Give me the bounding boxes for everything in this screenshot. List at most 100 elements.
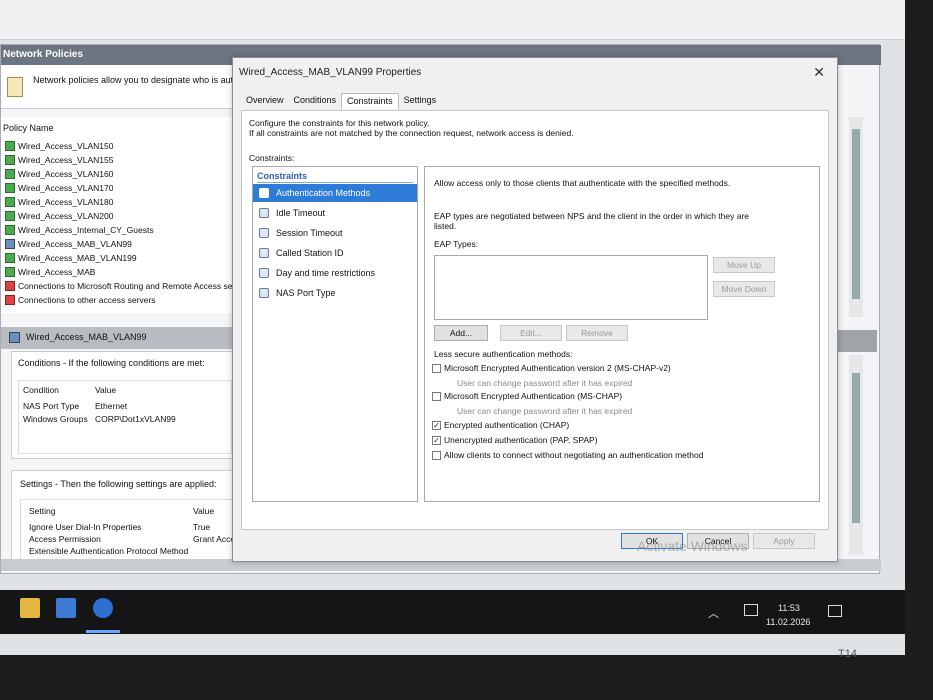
constraint-authentication-methods[interactable]: Authentication Methods — [253, 184, 417, 202]
conditions-panel: Conditions - If the following conditions… — [11, 351, 239, 459]
description-text: Network policies allow you to designate … — [33, 75, 244, 85]
policy-deny-icon — [5, 280, 15, 291]
scrollbar-thumb[interactable] — [852, 129, 860, 299]
policy-green-icon — [5, 154, 15, 165]
allow-text: Allow access only to those clients that … — [434, 178, 731, 188]
constraint-day-time[interactable]: Day and time restrictions — [253, 264, 417, 282]
tab-strip: Overview Conditions Constraints Settings — [241, 93, 441, 109]
less-secure-label: Less secure authentication methods: — [434, 349, 573, 359]
tab-overview[interactable]: Overview — [241, 93, 289, 109]
background-window-strip — [0, 0, 905, 40]
add-button[interactable]: Add... — [434, 325, 488, 341]
policy-row[interactable]: Wired_Access_VLAN160 — [5, 167, 113, 180]
mschap-label: Microsoft Encrypted Authentication (MS-C… — [444, 391, 623, 401]
chap-checkbox[interactable]: ✓ — [432, 421, 441, 430]
mschap-password-change-option: User can change password after it has ex… — [457, 406, 633, 416]
mschapv2-checkbox[interactable] — [432, 364, 441, 373]
laptop-model-label: T14 — [838, 648, 857, 660]
network-icon[interactable] — [744, 604, 758, 616]
policy-green-icon — [5, 210, 15, 221]
policy-green-icon — [5, 182, 15, 193]
header-divider — [257, 182, 413, 183]
clock-time[interactable]: 11:53 — [778, 603, 800, 613]
constraints-group-header: Constraints — [257, 171, 308, 181]
scrollbar-thumb[interactable] — [852, 373, 860, 523]
constraints-label: Constraints: — [249, 153, 295, 163]
intro-text: Configure the constraints for this netwo… — [249, 118, 430, 128]
policy-row[interactable]: Connections to Microsoft Routing and Rem… — [5, 279, 240, 292]
policy-row[interactable]: Wired_Access_VLAN155 — [5, 153, 113, 166]
policy-green-icon — [5, 168, 15, 179]
description-panel: Network policies allow you to designate … — [1, 65, 243, 109]
setting-cell: Extensible Authentication Protocol Metho… — [29, 546, 189, 556]
tab-settings[interactable]: Settings — [399, 93, 442, 109]
chap-label: Encrypted authentication (CHAP) — [444, 420, 570, 430]
port-icon — [259, 288, 269, 298]
details-scrollbar[interactable] — [849, 355, 863, 555]
move-down-button[interactable]: Move Down — [713, 281, 775, 297]
constraint-session-timeout[interactable]: Session Timeout — [253, 224, 417, 242]
policy-green-icon — [5, 140, 15, 151]
constraint-idle-timeout[interactable]: Idle Timeout — [253, 204, 417, 222]
policy-list: Policy Name Wired_Access_VLAN150 Wired_A… — [1, 117, 240, 313]
selected-policy-name: Wired_Access_MAB_VLAN99 — [26, 332, 147, 342]
policy-row[interactable]: Wired_Access_MAB — [5, 265, 95, 278]
eap-types-list[interactable] — [434, 255, 708, 320]
setting-cell: Ignore User Dial-In Properties — [29, 522, 142, 532]
tab-constraints[interactable]: Constraints — [341, 93, 399, 109]
policy-green-icon — [5, 252, 15, 263]
activation-watermark: Activate Windows — [637, 538, 748, 554]
clock-date[interactable]: 11.02.2026 — [766, 617, 810, 627]
mschapv2-password-change-option: User can change password after it has ex… — [457, 378, 633, 388]
policy-green-icon — [5, 196, 15, 207]
network-policy-server-icon[interactable] — [93, 598, 113, 618]
no-negotiation-label: Allow clients to connect without negotia… — [444, 450, 704, 460]
conditions-header: Conditions - If the following conditions… — [18, 358, 205, 368]
lock-icon — [259, 188, 269, 198]
policy-row[interactable]: Wired_Access_Internal_CY_Guests — [5, 223, 154, 236]
policy-row[interactable]: Connections to other access servers — [5, 293, 155, 306]
apply-button[interactable]: Apply — [753, 533, 815, 549]
no-negotiation-checkbox[interactable] — [432, 451, 441, 460]
edit-button[interactable]: Edit... — [500, 325, 562, 341]
chevron-up-icon[interactable]: ︿ — [708, 605, 719, 621]
policy-row[interactable]: Wired_Access_MAB_VLAN99 — [5, 237, 132, 250]
phone-icon — [259, 248, 269, 258]
value-column-header: Value — [193, 506, 215, 516]
policy-row[interactable]: Wired_Access_MAB_VLAN199 — [5, 251, 137, 264]
dialog-title: Wired_Access_MAB_VLAN99 Properties — [239, 67, 422, 78]
taskbar: ︿ 11:53 11.02.2026 — [0, 590, 905, 634]
policy-name-column-header[interactable]: Policy Name — [3, 123, 54, 133]
pap-label: Unencrypted authentication (PAP, SPAP) — [444, 435, 598, 445]
policy-row[interactable]: Wired_Access_VLAN170 — [5, 181, 113, 194]
constraints-tab-panel: Configure the constraints for this netwo… — [241, 110, 829, 530]
policy-deny-icon — [5, 294, 15, 305]
condition-column-header: Condition — [23, 385, 59, 395]
timer-icon — [259, 208, 269, 218]
condition-cell: NAS Port Type — [23, 401, 80, 411]
value-column-header: Value — [95, 385, 117, 395]
policy-blue-icon — [9, 332, 20, 343]
policy-list-scrollbar[interactable] — [849, 117, 863, 317]
file-explorer-icon[interactable] — [20, 598, 40, 618]
policy-row[interactable]: Wired_Access_VLAN200 — [5, 209, 113, 222]
constraint-nas-port-type[interactable]: NAS Port Type — [253, 284, 417, 302]
tab-conditions[interactable]: Conditions — [289, 93, 342, 109]
pap-checkbox[interactable]: ✓ — [432, 436, 441, 445]
notification-icon[interactable] — [828, 605, 842, 617]
mschap-checkbox[interactable] — [432, 392, 441, 401]
server-manager-icon[interactable] — [56, 598, 76, 618]
policy-green-icon — [5, 224, 15, 235]
close-icon[interactable]: ✕ — [813, 64, 825, 81]
move-up-button[interactable]: Move Up — [713, 257, 775, 273]
selected-policy-header: Wired_Access_MAB_VLAN99 — [1, 327, 236, 349]
settings-panel: Settings - Then the following settings a… — [11, 470, 239, 570]
eap-order-text: EAP types are negotiated between NPS and… — [434, 211, 750, 221]
policy-row[interactable]: Wired_Access_VLAN150 — [5, 139, 113, 152]
remove-button[interactable]: Remove — [566, 325, 628, 341]
settings-header: Settings - Then the following settings a… — [20, 479, 217, 489]
policy-row[interactable]: Wired_Access_VLAN180 — [5, 195, 113, 208]
condition-cell: Windows Groups — [23, 414, 88, 424]
value-cell: CORP\Dot1xVLAN99 — [95, 414, 176, 424]
constraint-called-station-id[interactable]: Called Station ID — [253, 244, 417, 262]
